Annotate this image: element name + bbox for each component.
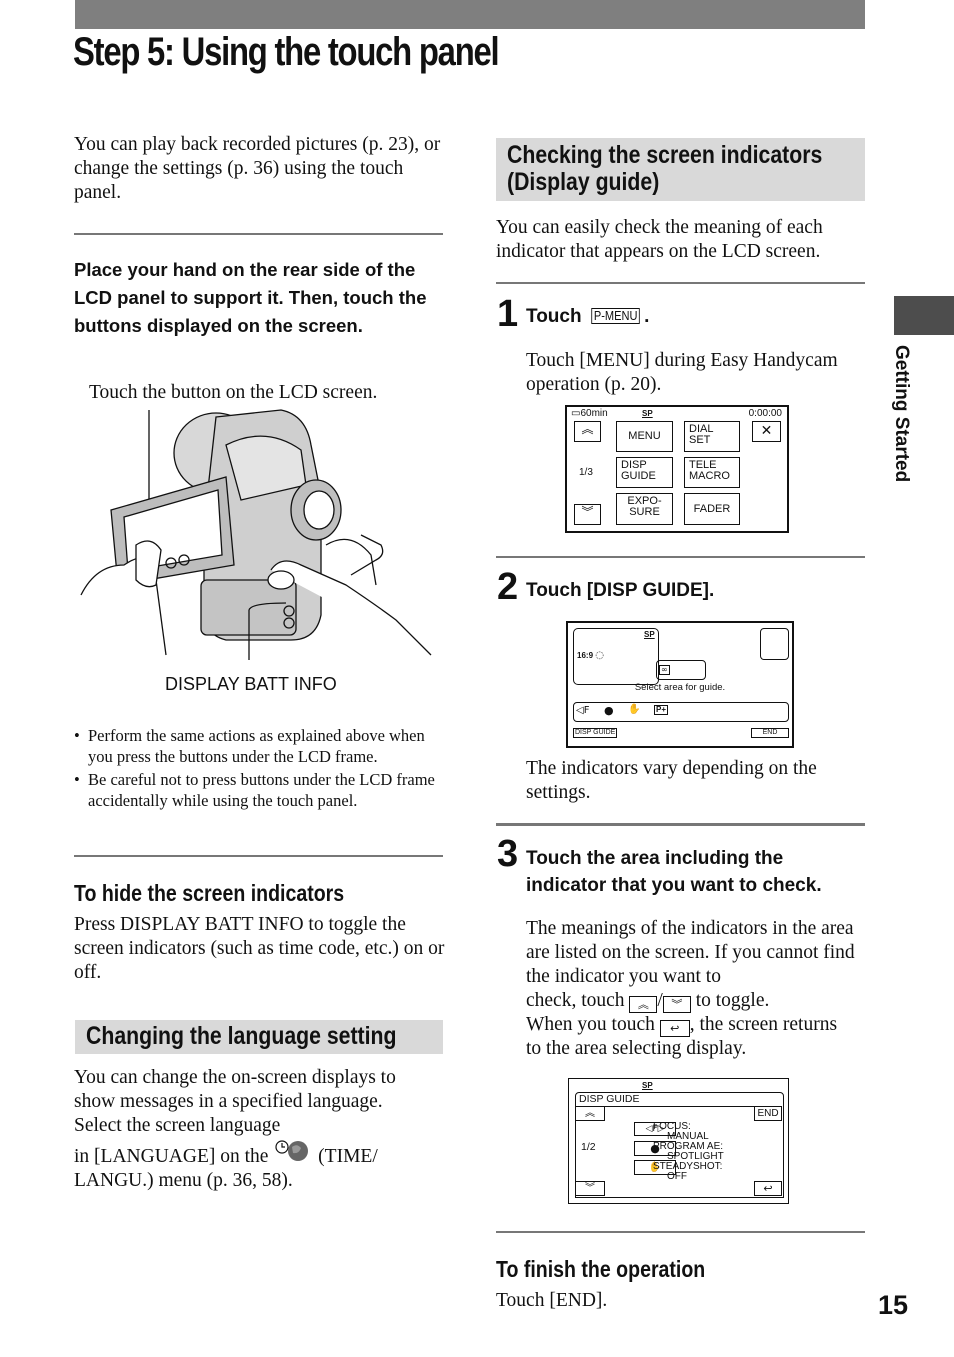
step-2-body: The indicators vary depending on the set…	[526, 758, 817, 803]
intro-text: You can play back recorded pictures (p. …	[74, 134, 441, 203]
page-indicator: 1/2	[581, 1141, 596, 1153]
page-down-button[interactable]: ︾	[575, 1181, 605, 1196]
illustration-caption: Touch the button on the LCD screen.	[89, 382, 378, 403]
area-bottom[interactable]: ◁F ● ✋ P+	[573, 702, 789, 722]
step-3-number: 3	[497, 833, 519, 875]
menu-button[interactable]: MENU	[616, 421, 673, 452]
disp-guide-button[interactable]: DISP GUIDE	[616, 457, 673, 488]
page-up-button[interactable]: ︽	[575, 1106, 605, 1121]
focus-manual-icon: ◁F	[576, 705, 590, 716]
page-number: 15	[878, 1290, 909, 1320]
step-2-number: 2	[497, 566, 519, 608]
timecode: 0:00:00	[748, 408, 782, 419]
instruction-text: Place your hand on the rear side of the …	[74, 259, 427, 336]
display-batt-info-label: DISPLAY BATT INFO	[165, 674, 337, 694]
step-3-title: Touch the area including the indicator t…	[526, 848, 822, 896]
divider	[74, 233, 443, 235]
battery-indicator: ▭60min	[571, 408, 608, 419]
disp-guide-label: DISP GUIDE	[573, 728, 618, 738]
end-button[interactable]: END	[754, 1106, 782, 1121]
step-1-body: Touch [MENU] during Easy Handycam operat…	[526, 350, 838, 395]
spotlight-icon: ●	[604, 704, 614, 717]
divider	[74, 855, 443, 857]
hide-indicators-text: Press DISPLAY BATT INFO to toggle the sc…	[74, 914, 445, 983]
divider	[496, 556, 865, 558]
double-chevron-down-icon: ︾	[585, 1183, 595, 1194]
language-text: You can change the on-screen displays to…	[74, 1067, 396, 1191]
double-chevron-up-icon: ︽	[585, 1108, 595, 1119]
guide-items: FOCUS: MANUAL PROGRAM AE: SPOTLIGHT STEA…	[653, 1122, 724, 1182]
p-plus-icon: P+	[654, 705, 669, 715]
divider	[496, 823, 865, 826]
area-center[interactable]: ∞	[656, 660, 706, 680]
sp-mode-indicator: SP	[644, 630, 655, 639]
p-menu-button-glyph: P-MENU	[591, 308, 640, 324]
time-langu-menu-icon	[275, 1140, 309, 1161]
page-title: Step 5: Using the touch panel	[73, 30, 500, 74]
section-tab-label: Getting Started	[891, 345, 912, 483]
bullet-item: • Be careful not to press buttons under t…	[74, 770, 435, 810]
header-divider	[575, 1106, 782, 1107]
display-guide-intro: You can easily check the meaning of each…	[496, 217, 823, 262]
double-chevron-up-icon: ︽	[581, 422, 594, 436]
sp-mode-indicator: SP	[642, 409, 653, 418]
divider	[496, 1231, 865, 1233]
step-1-number: 1	[497, 293, 519, 335]
close-button[interactable]: ✕	[752, 421, 781, 442]
guide-item-label: STEADYSHOT:	[653, 1161, 723, 1172]
select-area-prompt: Select area for guide.	[634, 682, 726, 693]
lcd-screen-guide-detail: SP DISP GUIDE ︽ END 1/2 ◁F▷ ● ✋ FOCUS: M…	[568, 1078, 789, 1204]
tape-icon: ∞	[659, 665, 670, 675]
page-indicator: 1/3	[579, 467, 593, 478]
page-down-button[interactable]: ︾	[574, 504, 601, 525]
language-section-heading: Changing the language setting	[86, 1022, 397, 1050]
camcorder-illustration	[80, 409, 432, 660]
guide-item-value: OFF	[667, 1171, 687, 1182]
page-up-glyph: ︽	[629, 996, 658, 1013]
header-bar	[75, 0, 865, 29]
page-down-glyph: ︾	[662, 996, 691, 1013]
double-chevron-down-icon: ︾	[581, 505, 594, 519]
section-tab-marker	[894, 296, 954, 335]
return-glyph: ↩	[659, 1020, 690, 1037]
fader-button[interactable]: FADER	[684, 493, 740, 525]
step-1-title: Touch P-MENU.	[526, 306, 650, 327]
dial-set-button[interactable]: DIAL SET	[684, 421, 740, 452]
disp-guide-header: DISP GUIDE	[579, 1093, 640, 1105]
divider	[496, 282, 865, 284]
finish-heading: To finish the operation	[496, 1256, 706, 1282]
return-button[interactable]: ↩	[754, 1181, 782, 1196]
display-guide-heading-line1: Checking the screen indicators	[507, 141, 823, 169]
lcd-screen-menu: ▭60min SP 0:00:00 ︽ ︾ ✕ 1/3 MENU DIAL SE…	[565, 405, 789, 533]
area-top-right[interactable]	[760, 628, 789, 660]
finish-text: Touch [END].	[496, 1290, 608, 1311]
steadyshot-off-icon: ✋	[628, 704, 641, 715]
close-icon: ✕	[760, 423, 773, 439]
hide-indicators-heading: To hide the screen indicators	[74, 880, 345, 906]
step-2-title: Touch [DISP GUIDE].	[526, 580, 715, 601]
end-button[interactable]: END	[751, 728, 789, 738]
bullet-list: • Perform the same actions as explained a…	[74, 725, 444, 811]
page-up-button[interactable]: ︽	[574, 421, 601, 442]
wide-indicator: 16:9 ◌	[577, 650, 604, 661]
lcd-screen-guide-select: SP 16:9 ◌ ∞ Select area for guide. ◁F ● …	[566, 621, 794, 748]
self-timer-icon: ◌	[595, 650, 604, 661]
exposure-button[interactable]: EXPO- SURE	[616, 493, 673, 525]
sp-mode-indicator: SP	[642, 1081, 653, 1090]
return-icon: ↩	[763, 1182, 773, 1195]
step-3-body: The meanings of the indicators in the ar…	[526, 918, 855, 1059]
tele-macro-button[interactable]: TELE MACRO	[684, 457, 740, 488]
display-guide-heading-line2: (Display guide)	[507, 168, 660, 196]
bullet-item: • Perform the same actions as explained a…	[74, 726, 425, 766]
